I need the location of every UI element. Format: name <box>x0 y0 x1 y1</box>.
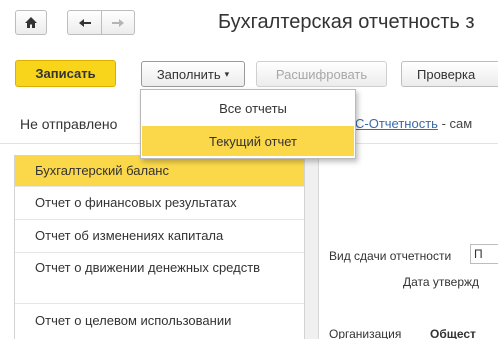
submission-type-label: Вид сдачи отчетности <box>329 249 452 263</box>
list-item-balance[interactable]: Бухгалтерский баланс <box>15 156 304 186</box>
fill-button-label: Заполнить <box>156 66 221 82</box>
list-item-cash-flow[interactable]: Отчет о движении денежных средств <box>15 259 304 299</box>
check-button[interactable]: Проверка <box>401 61 498 87</box>
page-title: Бухгалтерская отчетность з <box>218 11 475 33</box>
arrow-right-icon <box>111 18 125 28</box>
menu-item-all-reports[interactable]: Все отчеты <box>142 93 354 123</box>
organization-value[interactable]: Общест <box>430 327 476 339</box>
reports-list: Бухгалтерский баланс Отчет о финансовых … <box>14 155 305 339</box>
arrow-left-icon <box>78 18 92 28</box>
list-item-target-use[interactable]: Отчет о целевом использовании <box>15 304 304 338</box>
service-info: С-Отчетность - сам <box>355 116 472 131</box>
service-link[interactable]: С-Отчетность <box>355 116 438 131</box>
home-button[interactable] <box>15 10 47 35</box>
submission-type-field[interactable]: П <box>470 244 498 264</box>
organization-label: Организация <box>329 327 402 339</box>
list-item-financial-results[interactable]: Отчет о финансовых результатах <box>15 187 304 219</box>
save-button[interactable]: Записать <box>15 60 116 87</box>
fill-button[interactable]: Заполнить ▾ <box>141 61 245 87</box>
chevron-down-icon: ▾ <box>224 68 230 79</box>
status-text: Не отправлено <box>20 116 118 132</box>
approval-date-label: Дата утвержд <box>403 275 480 289</box>
forward-button[interactable] <box>101 10 135 35</box>
fill-dropdown-menu: Все отчеты Текущий отчет <box>140 89 356 159</box>
service-link-suffix: - сам <box>437 116 473 131</box>
panel-splitter[interactable] <box>305 155 319 339</box>
menu-item-current-report[interactable]: Текущий отчет <box>142 126 354 156</box>
list-item-capital-changes[interactable]: Отчет об изменениях капитала <box>15 220 304 252</box>
home-icon <box>24 16 38 29</box>
back-button[interactable] <box>67 10 101 35</box>
decode-button[interactable]: Расшифровать <box>256 61 387 87</box>
list-separator <box>15 252 304 253</box>
